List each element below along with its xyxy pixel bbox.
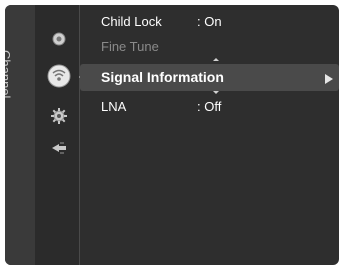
category-label: Channel (5, 50, 13, 99)
setup-icon[interactable] (49, 106, 69, 126)
submenu-arrow-icon[interactable] (325, 74, 333, 84)
tv-menu-panel: Channel Child Lock : On Fine Tune Signal… (5, 5, 339, 265)
menu-item-lna[interactable]: LNA : Off (101, 99, 221, 114)
scroll-up-indicator (213, 58, 219, 61)
picture-icon[interactable] (49, 29, 69, 49)
menu-item-signal-information[interactable]: Signal Information (101, 69, 224, 85)
category-label-column: Channel (5, 5, 35, 265)
scroll-down-indicator (213, 91, 219, 94)
menu-item-value: : On (197, 14, 222, 29)
channel-icon[interactable] (45, 62, 73, 90)
menu-item-child-lock[interactable]: Child Lock : On (101, 14, 222, 29)
menu-item-value: : Off (197, 99, 222, 114)
menu-item-fine-tune: Fine Tune (101, 39, 159, 54)
menu-item-label: Signal Information (101, 69, 224, 85)
menu-item-label: Child Lock (101, 14, 162, 29)
menu-divider (79, 5, 80, 265)
menu-item-label: Fine Tune (101, 39, 159, 54)
menu-item-label: LNA (101, 99, 127, 114)
input-icon[interactable] (49, 138, 69, 158)
